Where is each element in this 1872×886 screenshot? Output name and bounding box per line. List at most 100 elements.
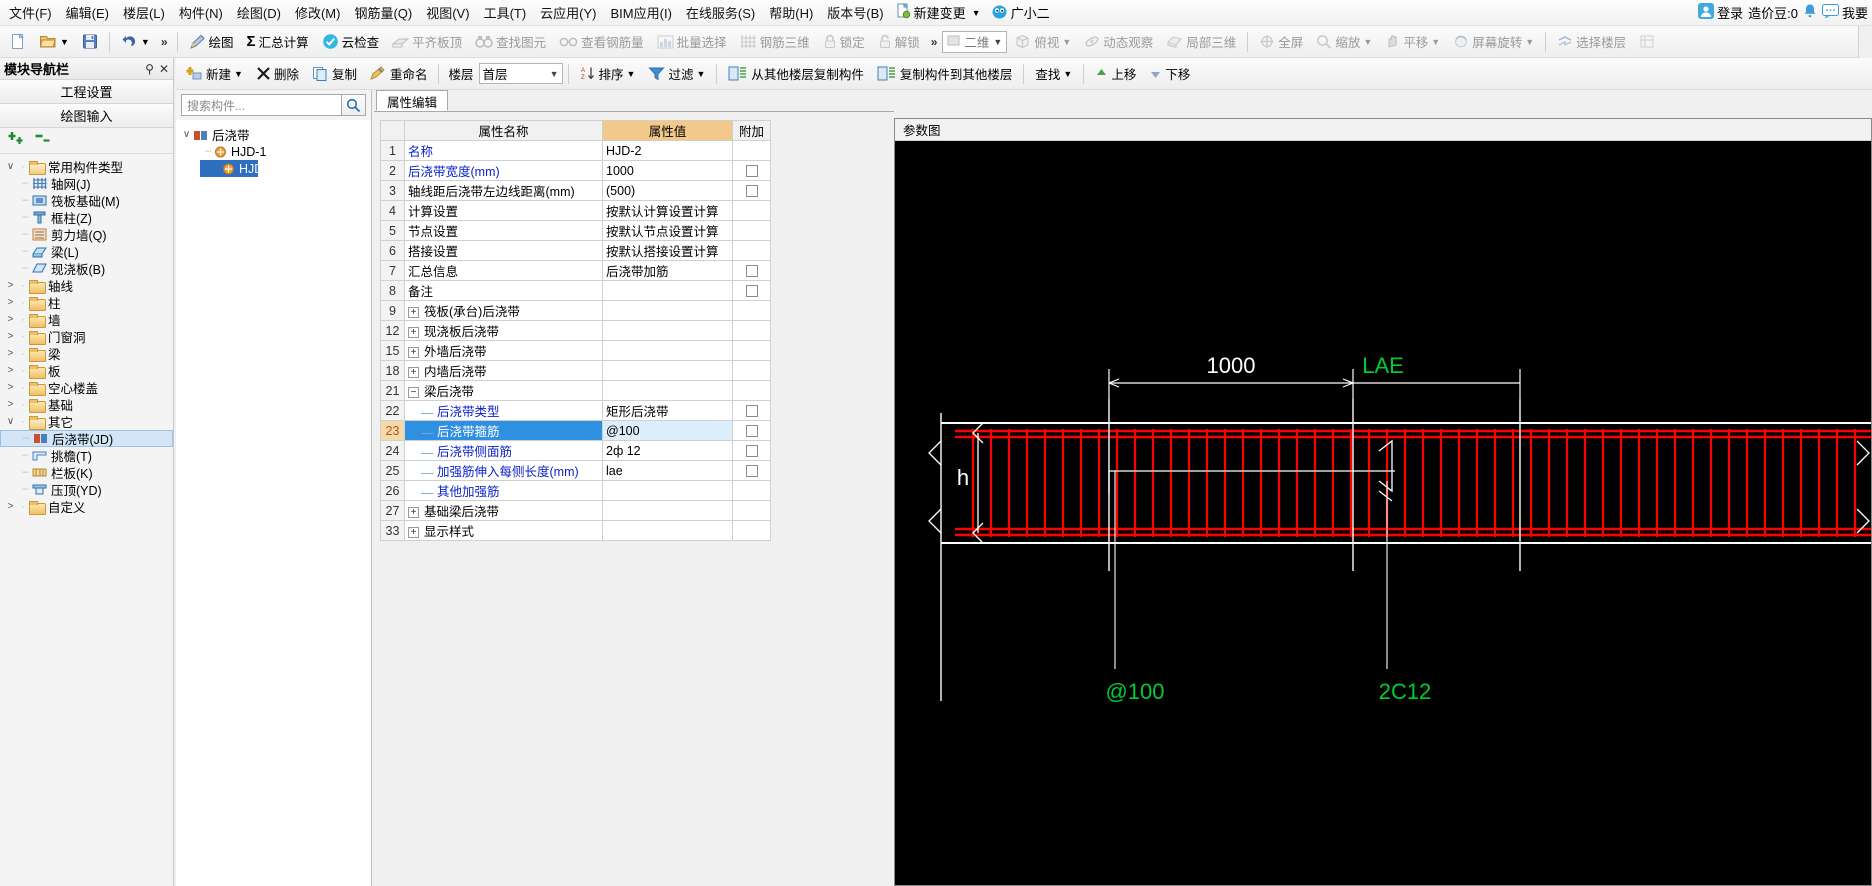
property-row[interactable]: 9 + 筏板(承台)后浇带 <box>380 300 771 321</box>
nav-tree-item-0[interactable]: ∨ · 常用构件类型 <box>0 158 173 175</box>
menu-rebar-quantity[interactable]: 钢筋量(Q) <box>347 0 419 25</box>
menu-floor[interactable]: 楼层(L) <box>116 0 172 25</box>
expand-icon[interactable]: + <box>408 367 419 379</box>
property-row-extra[interactable] <box>732 460 771 481</box>
chevron-down-icon[interactable]: ▼ <box>1063 69 1072 79</box>
menu-version[interactable]: 版本号(B) <box>820 0 890 25</box>
chevron-down-icon[interactable]: ∨ <box>4 416 17 427</box>
nav-tree-item-6[interactable]: ┈ 现浇板(B) <box>0 260 173 277</box>
extra-checkbox[interactable] <box>745 165 758 178</box>
property-row-value[interactable]: 1000 <box>602 160 733 181</box>
chevron-right-icon[interactable]: > <box>4 348 17 359</box>
property-row-extra[interactable] <box>732 140 771 161</box>
component-search-input[interactable]: 搜索构件... <box>181 94 342 116</box>
nav-tree-item-14[interactable]: > · 基础 <box>0 396 173 413</box>
toolbar-dynamic-observe-button[interactable]: 动态观察 <box>1078 28 1159 55</box>
toolbar-top-view-button[interactable]: 俯视 ▼ <box>1008 28 1077 55</box>
expand-icon[interactable]: + <box>408 507 419 519</box>
menu-component[interactable]: 构件(N) <box>172 0 230 25</box>
extra-checkbox[interactable] <box>745 185 758 198</box>
save-button[interactable] <box>76 29 104 54</box>
toolbar-zoom-button[interactable]: 缩放 ▼ <box>1310 28 1378 55</box>
menu-draw[interactable]: 绘图(D) <box>230 0 288 25</box>
parameter-drawing-canvas[interactable]: 1000 LAE h @100 2C12 <box>895 141 1871 885</box>
property-row-value[interactable]: lae <box>602 460 733 481</box>
nav-tree-item-17[interactable]: ┈ 挑檐(T) <box>0 447 173 464</box>
toolbar-fullscreen-button[interactable]: 全屏 <box>1253 28 1309 55</box>
chevron-down-icon[interactable]: ▼ <box>141 37 150 47</box>
property-row-extra[interactable] <box>732 480 771 501</box>
nav-tree-item-10[interactable]: > · 门窗洞 <box>0 328 173 345</box>
nav-tree-item-15[interactable]: ∨ · 其它 <box>0 413 173 430</box>
chevron-down-icon[interactable]: ▼ <box>1363 37 1372 47</box>
property-row-extra[interactable] <box>732 280 771 301</box>
login-button[interactable]: 登录 <box>1698 3 1743 22</box>
property-row[interactable]: 33 + 显示样式 <box>380 520 771 541</box>
property-row[interactable]: 3 轴线距后浇带左边线距离(mm) (500) <box>380 180 771 201</box>
notification-bell-button[interactable] <box>1803 3 1817 22</box>
toolbar-overflow-2-button[interactable]: » <box>927 35 942 49</box>
property-row[interactable]: 26— 其他加强筋 <box>380 480 771 501</box>
tab-project-settings[interactable]: 工程设置 <box>0 80 173 104</box>
nav-tree-item-2[interactable]: ┈ 筏板基础(M) <box>0 192 173 209</box>
toolbar-partial-3d-button[interactable]: 局部三维 <box>1160 28 1242 55</box>
extra-checkbox[interactable] <box>745 445 758 458</box>
toolbar-overflow-button[interactable]: » <box>157 35 172 49</box>
component-item-hjd-2[interactable]: HJD-2 <box>200 160 274 177</box>
property-row-extra[interactable] <box>732 200 771 221</box>
chevron-right-icon[interactable]: > <box>4 399 17 410</box>
add-module-icon[interactable] <box>8 131 25 150</box>
chevron-down-icon[interactable]: ▼ <box>234 69 243 79</box>
chevron-down-icon[interactable]: ▼ <box>696 69 705 79</box>
nav-tree-item-19[interactable]: ┈ 压顶(YD) <box>0 481 173 498</box>
toolbar-lock-button[interactable]: 锁定 <box>817 28 871 55</box>
tab-drawing-input[interactable]: 绘图输入 <box>0 104 173 128</box>
toolbar-extra-button[interactable] <box>1633 30 1661 53</box>
property-row-value[interactable] <box>602 500 733 521</box>
extra-checkbox[interactable] <box>745 465 758 478</box>
property-row[interactable]: 4 计算设置 按默认计算设置计算 <box>380 200 771 221</box>
property-row[interactable]: 5 节点设置 按默认节点设置计算 <box>380 220 771 241</box>
chevron-down-icon[interactable]: ▼ <box>550 69 559 79</box>
toolbar-cloud-check-button[interactable]: 云检查 <box>316 28 386 55</box>
property-row-value[interactable]: 按默认搭接设置计算 <box>602 240 733 261</box>
extra-checkbox[interactable] <box>745 425 758 438</box>
toolbar-view-rebar-quantity-button[interactable]: 查看钢筋量 <box>553 28 650 55</box>
expand-icon[interactable]: + <box>408 327 419 339</box>
property-row-extra[interactable] <box>732 220 771 241</box>
feedback-button[interactable]: 我要 <box>1821 3 1868 22</box>
property-row-extra[interactable] <box>732 320 771 341</box>
new-change-button[interactable]: 新建变更 ▼ <box>891 1 986 24</box>
property-row-value[interactable] <box>602 320 733 341</box>
nav-tree-item-7[interactable]: > · 轴线 <box>0 277 173 294</box>
nav-tree-item-16[interactable]: ┈ 后浇带(JD) <box>0 430 173 447</box>
nav-tree-item-12[interactable]: > · 板 <box>0 362 173 379</box>
nav-tree-item-18[interactable]: ┈ 栏板(K) <box>0 464 173 481</box>
chevron-right-icon[interactable]: > <box>4 280 17 291</box>
coin-balance[interactable]: 造价豆:0 <box>1748 3 1798 22</box>
chevron-right-icon[interactable]: > <box>4 314 17 325</box>
property-row-value[interactable] <box>602 380 733 401</box>
property-row-value[interactable]: @100 <box>602 420 733 441</box>
property-row-extra[interactable] <box>732 240 771 261</box>
property-row-value[interactable] <box>602 280 733 301</box>
tab-property-editor[interactable]: 属性编辑 <box>376 90 449 111</box>
chevron-down-icon[interactable]: ▼ <box>60 37 69 47</box>
chevron-right-icon[interactable]: > <box>4 365 17 376</box>
property-row[interactable]: 8 备注 <box>380 280 771 301</box>
property-row-value[interactable] <box>602 300 733 321</box>
toolbar-scroll-strip[interactable] <box>1858 26 1872 58</box>
move-up-button[interactable]: 上移 <box>1089 60 1142 87</box>
chevron-down-icon[interactable]: ▼ <box>1525 37 1534 47</box>
toolbar-screen-rotate-button[interactable]: 屏幕旋转 ▼ <box>1447 28 1540 55</box>
menu-help[interactable]: 帮助(H) <box>762 0 820 25</box>
property-row[interactable]: 15 + 外墙后浇带 <box>380 340 771 361</box>
property-row-extra[interactable] <box>732 380 771 401</box>
find-button[interactable]: 查找 ▼ <box>1029 60 1078 87</box>
property-row-extra[interactable] <box>732 420 771 441</box>
property-row-extra[interactable] <box>732 180 771 201</box>
property-row-extra[interactable] <box>732 440 771 461</box>
property-row-extra[interactable] <box>732 400 771 421</box>
chevron-down-icon[interactable]: ∨ <box>180 129 193 140</box>
property-row-extra[interactable] <box>732 500 771 521</box>
